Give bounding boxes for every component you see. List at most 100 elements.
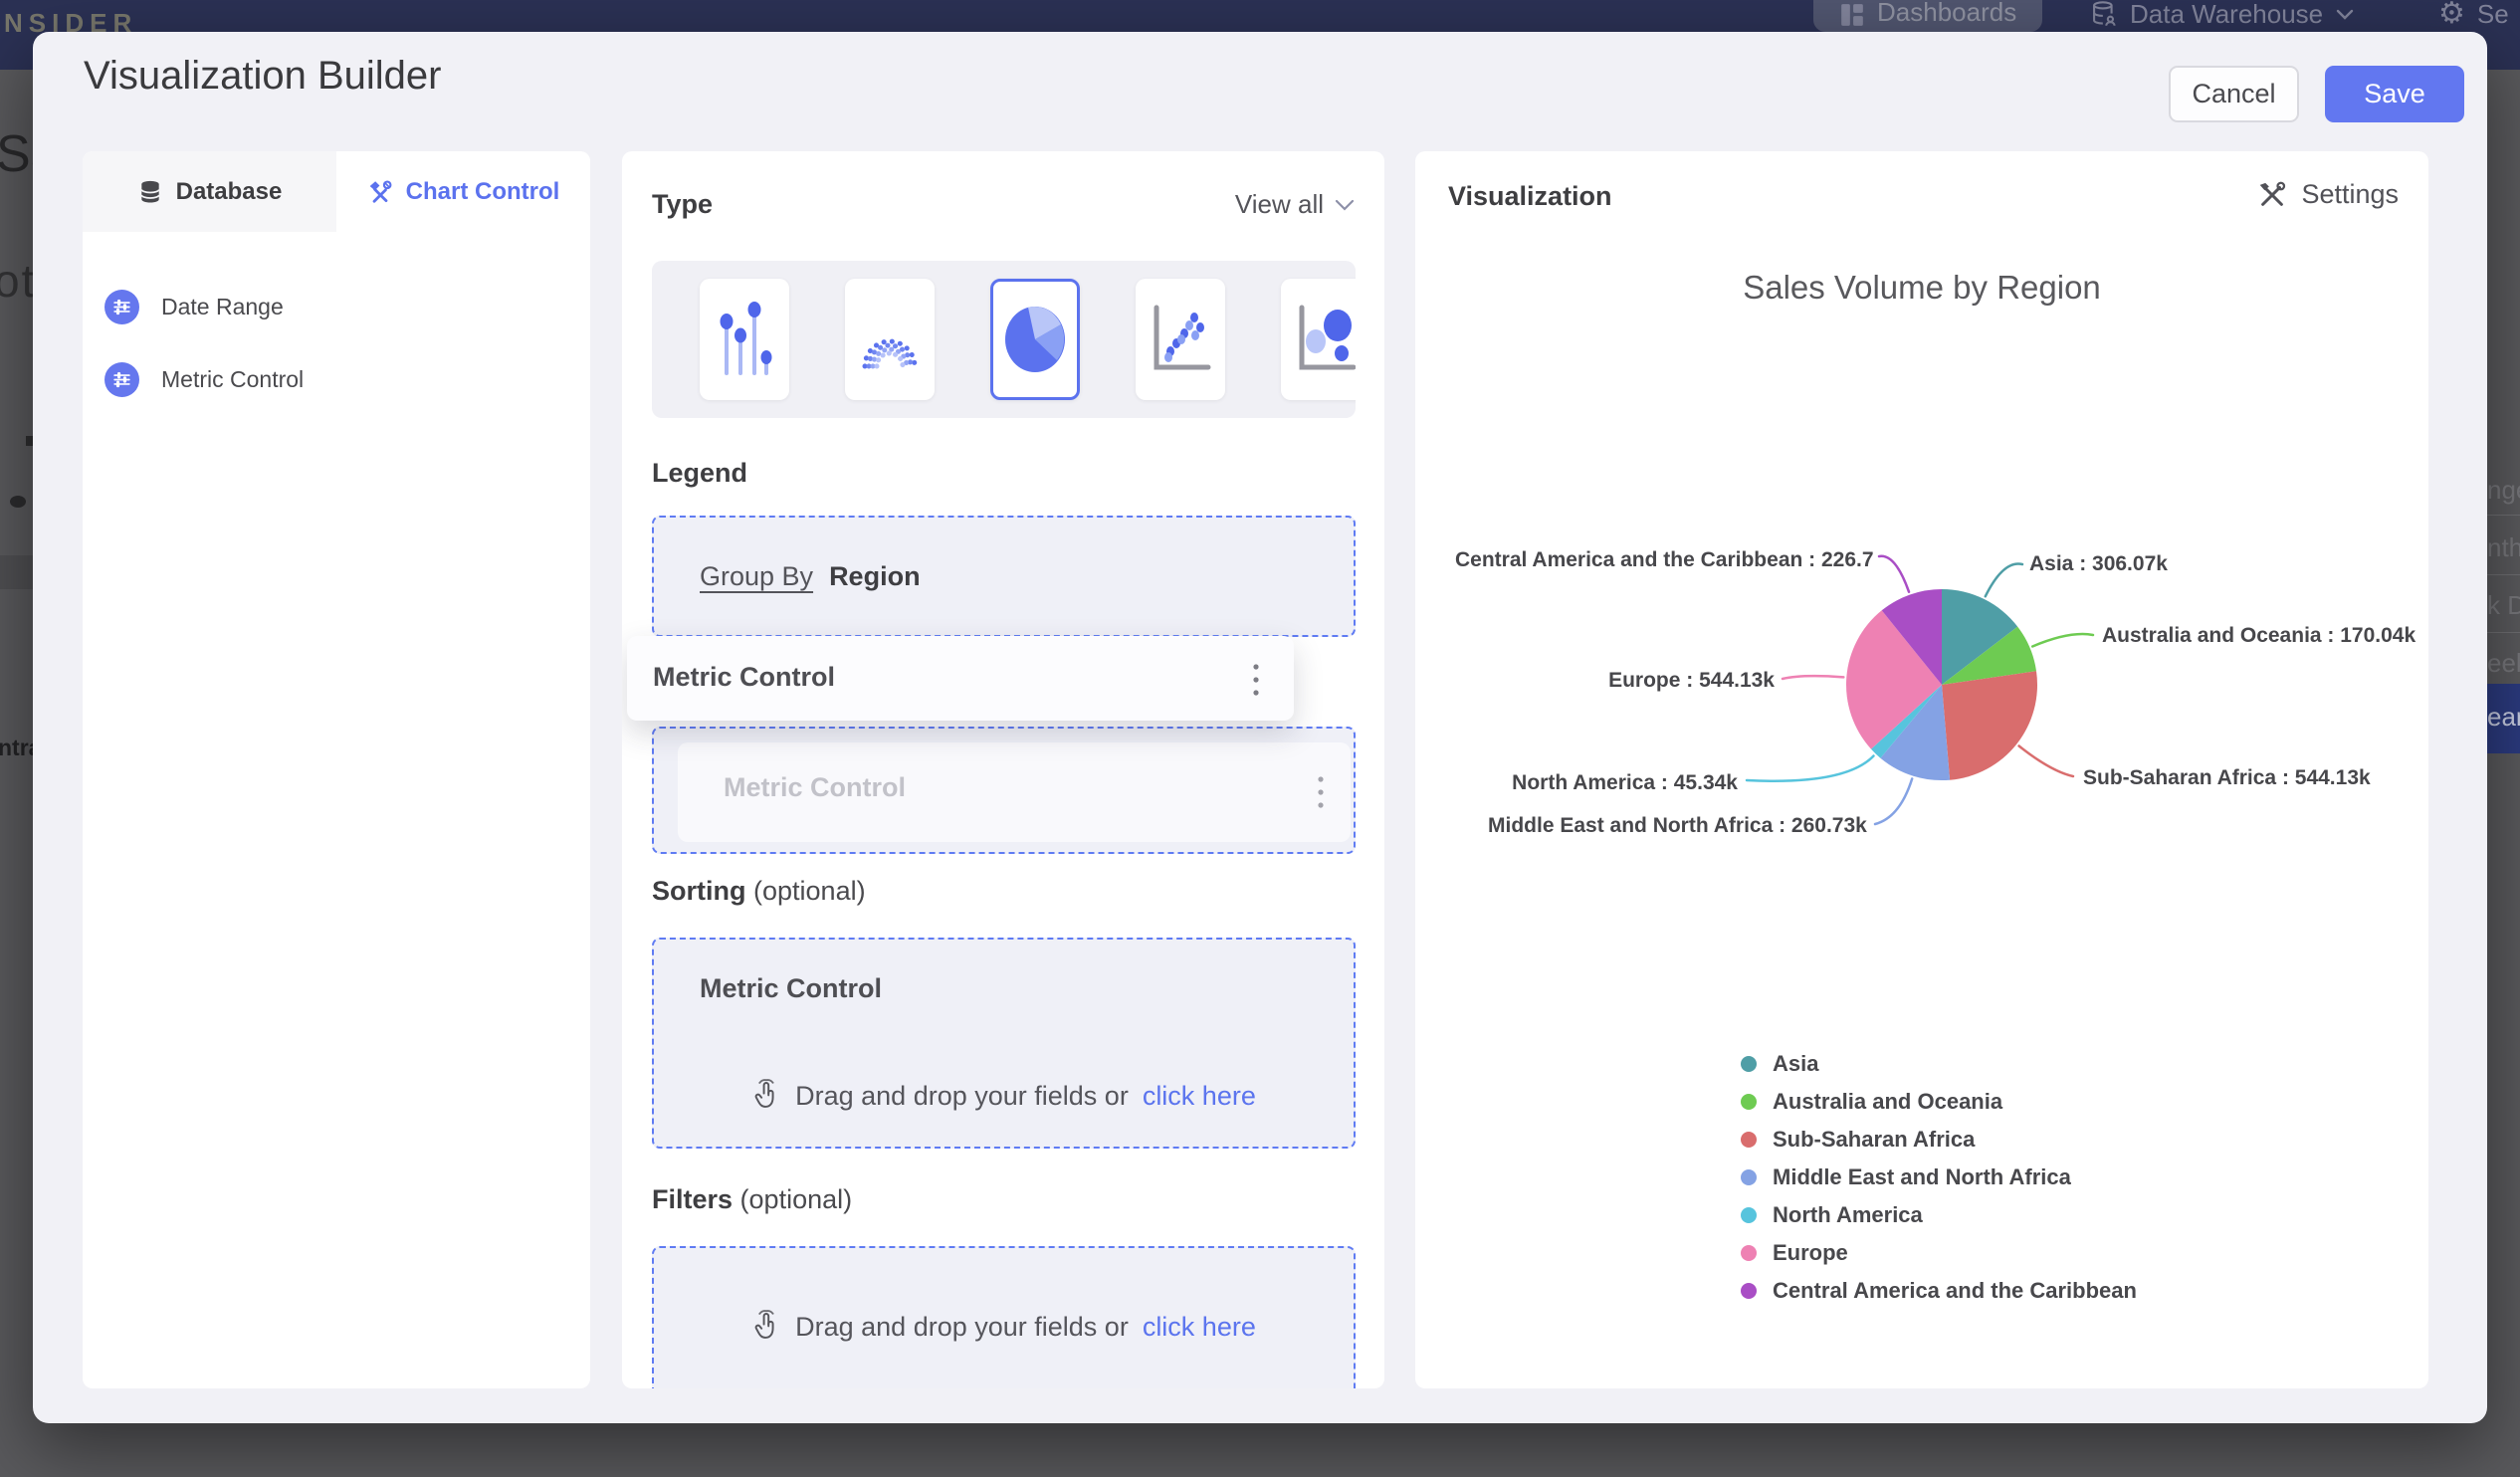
kebab-menu-icon[interactable] — [1252, 662, 1260, 698]
value-dropzone[interactable]: Metric Control — [652, 727, 1356, 854]
view-all-dropdown[interactable]: View all — [1235, 189, 1356, 220]
menu-item-fragment: eek — [2487, 648, 2520, 678]
click-here-link[interactable]: click here — [1143, 1312, 1256, 1343]
chart-type-lollipop[interactable] — [700, 279, 789, 400]
chevron-down-icon — [2335, 7, 2355, 21]
divider — [2487, 632, 2520, 633]
sidebar-item-label: Date Range — [161, 294, 284, 319]
filters-dropzone[interactable]: Drag and drop your fields or click here — [652, 1246, 1356, 1388]
pie-slice[interactable] — [1942, 671, 2038, 780]
nav-dashboards[interactable]: Dashboards — [1813, 0, 2043, 32]
sorting-heading-label: Sorting — [652, 876, 746, 906]
sidebar-tabs: Database Chart Control — [83, 151, 590, 232]
callout-label: Europe : 544.13k — [1608, 669, 1775, 692]
nav-data-warehouse-label: Data Warehouse — [2130, 0, 2324, 29]
legend-item[interactable]: Central America and the Caribbean — [1741, 1272, 2137, 1310]
database-icon — [137, 179, 163, 205]
value-chip-dragging[interactable]: Metric Control — [627, 636, 1294, 721]
callout-line — [1877, 554, 1911, 593]
dashboards-grid-icon — [1839, 2, 1865, 28]
background-page-fragments-left: Sal ota ntral — [0, 70, 71, 1477]
group-by-link[interactable]: Group By — [700, 561, 813, 592]
sidebar-item-metric-control[interactable]: Metric Control — [105, 362, 304, 397]
sorting-heading: Sorting (optional) — [652, 876, 1356, 907]
tab-database-label: Database — [175, 177, 283, 205]
chart-type-arc-dots[interactable] — [845, 279, 935, 400]
hand-click-icon — [751, 1079, 781, 1113]
tab-database[interactable]: Database — [83, 151, 336, 232]
type-heading: Type — [652, 189, 714, 219]
type-header-row: Type View all — [652, 189, 1356, 220]
legend-dot-icon — [1741, 1094, 1757, 1110]
drop-hint: Drag and drop your fields or click here — [654, 1310, 1354, 1344]
background-band — [0, 555, 33, 589]
filters-optional-text: (optional) — [739, 1184, 853, 1214]
background-shape — [26, 436, 33, 446]
legend-item[interactable]: Europe — [1741, 1234, 2137, 1272]
legend-item[interactable]: Middle East and North Africa — [1741, 1159, 2137, 1196]
chip-label: Metric Control — [724, 772, 907, 802]
drop-hint-text: Drag and drop your fields or — [795, 1080, 1129, 1111]
menu-item-fragment: k D — [2487, 590, 2520, 620]
callout-line — [2030, 632, 2095, 648]
nav-settings-label: Se — [2476, 0, 2509, 29]
legend-dot-icon — [1741, 1245, 1757, 1261]
nav-data-warehouse[interactable]: Data Warehouse — [2090, 0, 2355, 34]
callout-label: Asia : 306.07k — [2029, 552, 2168, 575]
callout-line — [2017, 744, 2075, 778]
visualization-panel: Visualization Settings Sales Volume by R… — [1415, 151, 2428, 1388]
tune-icon — [105, 290, 139, 324]
callout-label: Central America and the Caribbean : 226.… — [1455, 548, 1874, 571]
cancel-button[interactable]: Cancel — [2169, 66, 2299, 122]
nav-settings[interactable]: ⚙ Se — [2438, 0, 2509, 34]
chart-type-pie[interactable] — [990, 279, 1080, 400]
sidebar-item-label: Metric Control — [161, 366, 305, 392]
visualization-settings-button[interactable]: Settings — [2257, 179, 2399, 210]
sidebar-item-date-range[interactable]: Date Range — [105, 290, 284, 324]
kebab-menu-icon[interactable] — [1317, 774, 1325, 810]
click-here-link[interactable]: click here — [1143, 1081, 1256, 1112]
legend-label: Middle East and North Africa — [1773, 1164, 2071, 1189]
chart-type-scatter[interactable] — [1136, 279, 1225, 400]
divider — [2487, 515, 2520, 516]
legend-heading: Legend — [652, 458, 748, 488]
sorting-chip-label: Metric Control — [700, 973, 883, 1003]
tab-chart-control-label: Chart Control — [405, 177, 560, 205]
visualization-heading: Visualization — [1448, 181, 1612, 211]
callout-label: Australia and Oceania : 170.04k — [2102, 624, 2415, 647]
chart-legend: Asia Australia and Oceania Sub-Saharan Afr… — [1741, 1045, 2137, 1310]
pie-chart: Asia : 306.07k Australia and Oceania : 17… — [1455, 548, 2415, 837]
legend-item[interactable]: Australia and Oceania — [1741, 1083, 2137, 1121]
legend-label: Australia and Oceania — [1773, 1089, 2003, 1114]
chart-builder-panel: Type View all Legend Group By Region Met… — [622, 151, 1384, 1388]
callout-label: Sub-Saharan Africa : 544.13k — [2083, 766, 2371, 789]
legend-item[interactable]: North America — [1741, 1196, 2137, 1234]
legend-item[interactable]: Asia — [1741, 1045, 2137, 1083]
value-chip-placeholder: Metric Control — [678, 742, 1351, 842]
save-button[interactable]: Save — [2325, 66, 2464, 122]
tab-chart-control[interactable]: Chart Control — [336, 151, 590, 232]
divider — [2487, 574, 2520, 575]
tune-icon — [105, 362, 139, 397]
chart-type-bubble[interactable] — [1281, 279, 1356, 400]
legend-dot-icon — [1741, 1283, 1757, 1299]
callout-line — [1745, 754, 1875, 782]
menu-item-fragment: ear — [2487, 702, 2520, 732]
sorting-optional-text: (optional) — [753, 876, 866, 906]
legend-label: Europe — [1773, 1240, 1848, 1265]
menu-item-fragment: nge — [2487, 475, 2520, 505]
legend-label: Asia — [1773, 1051, 1819, 1076]
visualization-builder-modal: Visualization Builder Cancel Save Databa… — [33, 32, 2487, 1423]
legend-item[interactable]: Sub-Saharan Africa — [1741, 1121, 2137, 1159]
visualization-settings-label: Settings — [2301, 179, 2399, 209]
hand-click-icon — [751, 1310, 781, 1344]
drop-hint-text: Drag and drop your fields or — [795, 1311, 1129, 1342]
legend-dot-icon — [1741, 1169, 1757, 1185]
callout-line — [1781, 674, 1845, 681]
legend-label: Central America and the Caribbean — [1773, 1278, 2137, 1303]
legend-groupby-dropzone[interactable]: Group By Region — [652, 516, 1356, 637]
sorting-dropzone[interactable]: Metric Control Drag and drop your fields… — [652, 938, 1356, 1149]
legend-label: Sub-Saharan Africa — [1773, 1127, 1976, 1152]
menu-item-selected-fragment: ear — [2487, 684, 2520, 753]
chart-title: Sales Volume by Region — [1743, 269, 2101, 306]
